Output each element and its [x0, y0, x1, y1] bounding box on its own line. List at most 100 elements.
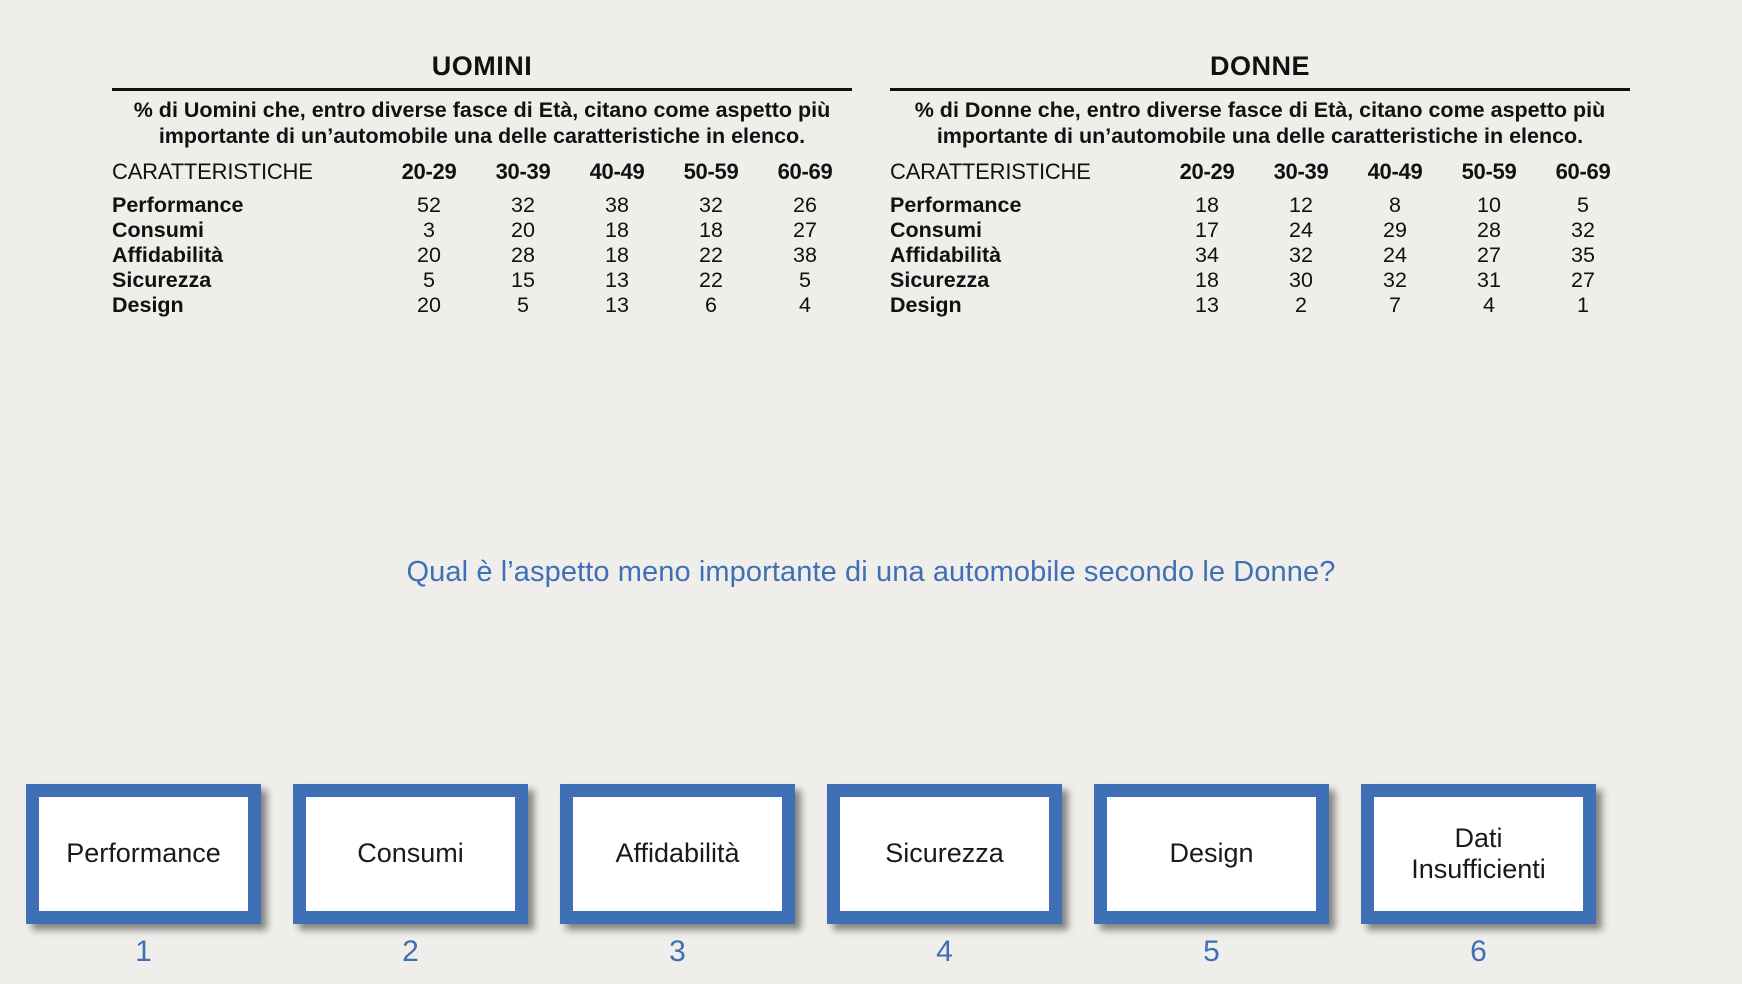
- row-label: Performance: [890, 193, 1022, 218]
- cell-value: 34: [1195, 243, 1219, 268]
- column-header-age-0: 20-29: [1179, 159, 1235, 185]
- cell-value: 32: [511, 193, 535, 218]
- answer-button-label: Performance: [39, 797, 248, 911]
- row-label: Sicurezza: [112, 268, 212, 293]
- cell-value: 18: [699, 218, 723, 243]
- answer-number: 3: [669, 935, 686, 968]
- table-row: Performance 18 12 8 10 5: [890, 189, 1630, 218]
- table-title-donne: DONNE: [1209, 51, 1310, 81]
- cell-value: 1: [1577, 293, 1589, 318]
- column-header-caratteristiche: CARATTERISTICHE: [112, 159, 313, 185]
- cell-value: 26: [793, 193, 817, 218]
- table-subtitle-uomini: % di Uomini che, entro diverse fasce di …: [133, 97, 831, 148]
- cell-value: 38: [605, 193, 629, 218]
- table-header-row: CARATTERISTICHE 20-29 30-39 40-49 50-59 …: [890, 155, 1630, 189]
- answer-button-label: Consumi: [306, 797, 515, 911]
- cell-value: 35: [1571, 243, 1595, 268]
- column-header-age-3: 50-59: [1461, 159, 1517, 185]
- row-label: Consumi: [890, 218, 982, 243]
- answer-button-affidabilita[interactable]: Affidabilità: [560, 784, 795, 924]
- cell-value: 27: [793, 218, 817, 243]
- cell-value: 22: [699, 268, 723, 293]
- cell-value: 18: [1195, 193, 1219, 218]
- row-label: Consumi: [112, 218, 204, 243]
- table-head-donne: CARATTERISTICHE 20-29 30-39 40-49 50-59 …: [890, 155, 1630, 189]
- table-head-uomini: CARATTERISTICHE 20-29 30-39 40-49 50-59 …: [112, 155, 852, 189]
- answer-button-design[interactable]: Design: [1094, 784, 1329, 924]
- cell-value: 24: [1289, 218, 1313, 243]
- row-label: Sicurezza: [890, 268, 990, 293]
- cell-value: 2: [1295, 293, 1307, 318]
- column-header-age-2: 40-49: [1367, 159, 1423, 185]
- cell-value: 7: [1389, 293, 1401, 318]
- cell-value: 52: [417, 193, 441, 218]
- cell-value: 8: [1389, 193, 1401, 218]
- row-label: Design: [890, 293, 962, 318]
- table-row: Sicurezza 5 15 13 22 5: [112, 268, 852, 293]
- column-header-age-0: 20-29: [401, 159, 457, 185]
- table-title-uomini: UOMINI: [431, 51, 533, 81]
- answer-cell-2: Consumi 2: [289, 784, 532, 969]
- answer-button-consumi[interactable]: Consumi: [293, 784, 528, 924]
- answer-button-label: Sicurezza: [840, 797, 1049, 911]
- answer-button-label: Dati Insufficienti: [1374, 797, 1583, 911]
- cell-value: 24: [1383, 243, 1407, 268]
- answer-cell-5: Design 5: [1090, 784, 1333, 969]
- table-row: Consumi 17 24 29 28 32: [890, 218, 1630, 243]
- cell-value: 12: [1289, 193, 1313, 218]
- cell-value: 32: [699, 193, 723, 218]
- cell-value: 6: [705, 293, 717, 318]
- column-header-caratteristiche: CARATTERISTICHE: [890, 159, 1091, 185]
- answer-number: 4: [936, 935, 953, 968]
- cell-value: 18: [605, 243, 629, 268]
- cell-value: 13: [1195, 293, 1219, 318]
- answer-number: 6: [1470, 935, 1487, 968]
- answer-button-performance[interactable]: Performance: [26, 784, 261, 924]
- table-body-uomini: Performance 52 32 38 32 26 Consumi 3 20 …: [112, 189, 852, 318]
- table-block-uomini: UOMINI % di Uomini che, entro diverse fa…: [112, 51, 852, 318]
- column-header-age-3: 50-59: [683, 159, 739, 185]
- answer-number: 2: [402, 935, 419, 968]
- table-body-donne: Performance 18 12 8 10 5 Consumi 17 24 2…: [890, 189, 1630, 318]
- answer-button-label: Design: [1107, 797, 1316, 911]
- table-row: Affidabilità 20 28 18 22 38: [112, 243, 852, 268]
- cell-value: 27: [1571, 268, 1595, 293]
- cell-value: 5: [799, 268, 811, 293]
- answer-number: 1: [135, 935, 152, 968]
- tables-area: UOMINI % di Uomini che, entro diverse fa…: [0, 51, 1742, 318]
- row-label: Affidabilità: [890, 243, 1002, 268]
- cell-value: 18: [605, 218, 629, 243]
- column-header-age-4: 60-69: [777, 159, 833, 185]
- table-block-donne: DONNE % di Donne che, entro diverse fasc…: [890, 51, 1630, 318]
- cell-value: 5: [1577, 193, 1589, 218]
- table-row: Design 20 5 13 6 4: [112, 293, 852, 318]
- cell-value: 28: [1477, 218, 1501, 243]
- cell-value: 18: [1195, 268, 1219, 293]
- table-row: Performance 52 32 38 32 26: [112, 189, 852, 218]
- answer-cell-3: Affidabilità 3: [556, 784, 799, 969]
- title-rule-donne: [890, 87, 1630, 91]
- cell-value: 17: [1195, 218, 1219, 243]
- cell-value: 29: [1383, 218, 1407, 243]
- cell-value: 4: [799, 293, 811, 318]
- answer-cell-1: Performance 1: [22, 784, 265, 969]
- cell-value: 20: [417, 243, 441, 268]
- row-label: Performance: [112, 193, 244, 218]
- cell-value: 13: [605, 293, 629, 318]
- cell-value: 20: [417, 293, 441, 318]
- answer-button-sicurezza[interactable]: Sicurezza: [827, 784, 1062, 924]
- cell-value: 20: [511, 218, 535, 243]
- cell-value: 4: [1483, 293, 1495, 318]
- cell-value: 3: [423, 218, 435, 243]
- cell-value: 30: [1289, 268, 1313, 293]
- answer-number: 5: [1203, 935, 1220, 968]
- data-table-uomini: CARATTERISTICHE 20-29 30-39 40-49 50-59 …: [112, 155, 852, 318]
- answer-cell-4: Sicurezza 4: [823, 784, 1066, 969]
- cell-value: 32: [1383, 268, 1407, 293]
- answer-button-dati-insufficienti[interactable]: Dati Insufficienti: [1361, 784, 1596, 924]
- table-header-row: CARATTERISTICHE 20-29 30-39 40-49 50-59 …: [112, 155, 852, 189]
- cell-value: 13: [605, 268, 629, 293]
- row-label: Design: [112, 293, 184, 318]
- cell-value: 5: [423, 268, 435, 293]
- cell-value: 28: [511, 243, 535, 268]
